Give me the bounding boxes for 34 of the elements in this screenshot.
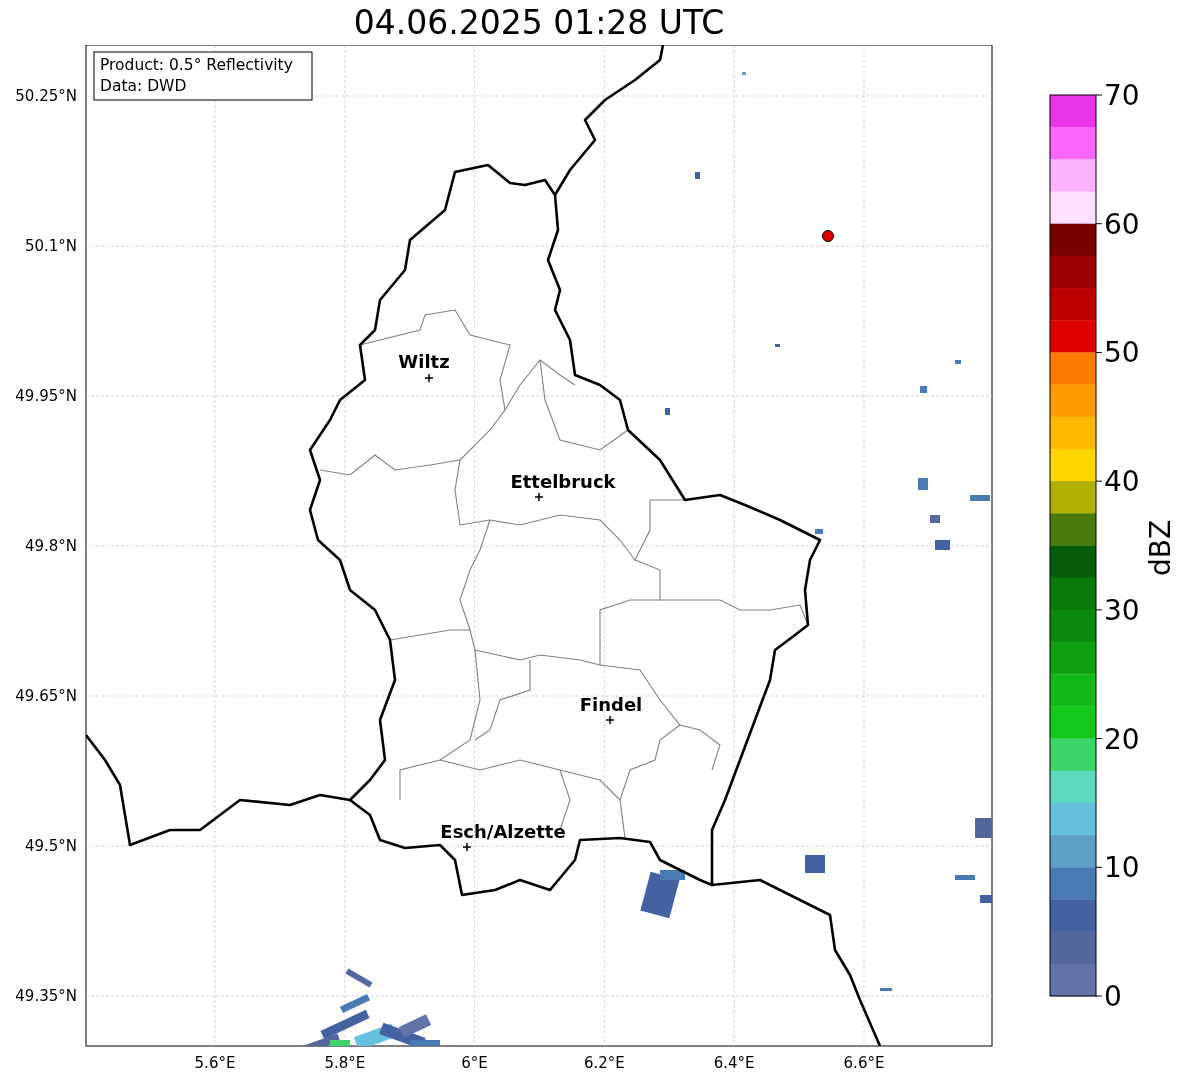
colorbar-tick-label: 10 — [1104, 851, 1140, 885]
axis-tick-label: 49.5°N — [24, 837, 77, 855]
city-marker-icon — [424, 373, 434, 383]
colorbar-label: dBZ — [1144, 519, 1177, 577]
axis-tick-label: 49.65°N — [15, 687, 77, 705]
city-label: Findel — [579, 694, 643, 715]
axis-tick-label: 49.35°N — [15, 987, 77, 1005]
city-label: Wiltz — [398, 351, 450, 372]
axis-tick-label: 6.2°E — [584, 1054, 625, 1072]
axis-tick-label: 49.8°N — [24, 537, 77, 555]
axis-tick-label: 50.1°N — [24, 237, 77, 255]
info-text: Data: DWD — [100, 77, 187, 95]
city-marker-icon — [605, 715, 615, 725]
info-text: Product: 0.5° Reflectivity — [100, 56, 293, 74]
axis-tick-label: 6.4°E — [713, 1054, 755, 1072]
chart-title: 04.06.2025 01:28 UTC — [353, 6, 725, 39]
axis-tick-label: 50.25°N — [15, 87, 77, 105]
city-label: Esch/Alzette — [440, 821, 566, 842]
colorbar-tick-label: 60 — [1104, 207, 1140, 241]
axis-tick-label: 6°E — [461, 1054, 488, 1072]
colorbar-tick-label: 0 — [1104, 980, 1122, 1013]
axis-tick-label: 5.8°E — [324, 1054, 366, 1072]
axis-tick-label: 6.6°E — [843, 1054, 885, 1072]
city-marker-icon — [462, 842, 472, 852]
colorbar-tick-label: 20 — [1104, 722, 1140, 756]
location-marker-icon — [822, 230, 834, 242]
colorbar-tick-label: 70 — [1104, 79, 1140, 112]
axis-tick-label: 49.95°N — [15, 387, 77, 405]
axis-tick-label: 5.6°E — [194, 1054, 236, 1072]
city-marker-icon — [534, 492, 544, 502]
colorbar-tick-label: 50 — [1104, 336, 1140, 370]
colorbar-tick-label: 30 — [1104, 593, 1140, 627]
city-label: Ettelbruck — [510, 471, 616, 492]
colorbar-tick-label: 40 — [1104, 465, 1140, 499]
